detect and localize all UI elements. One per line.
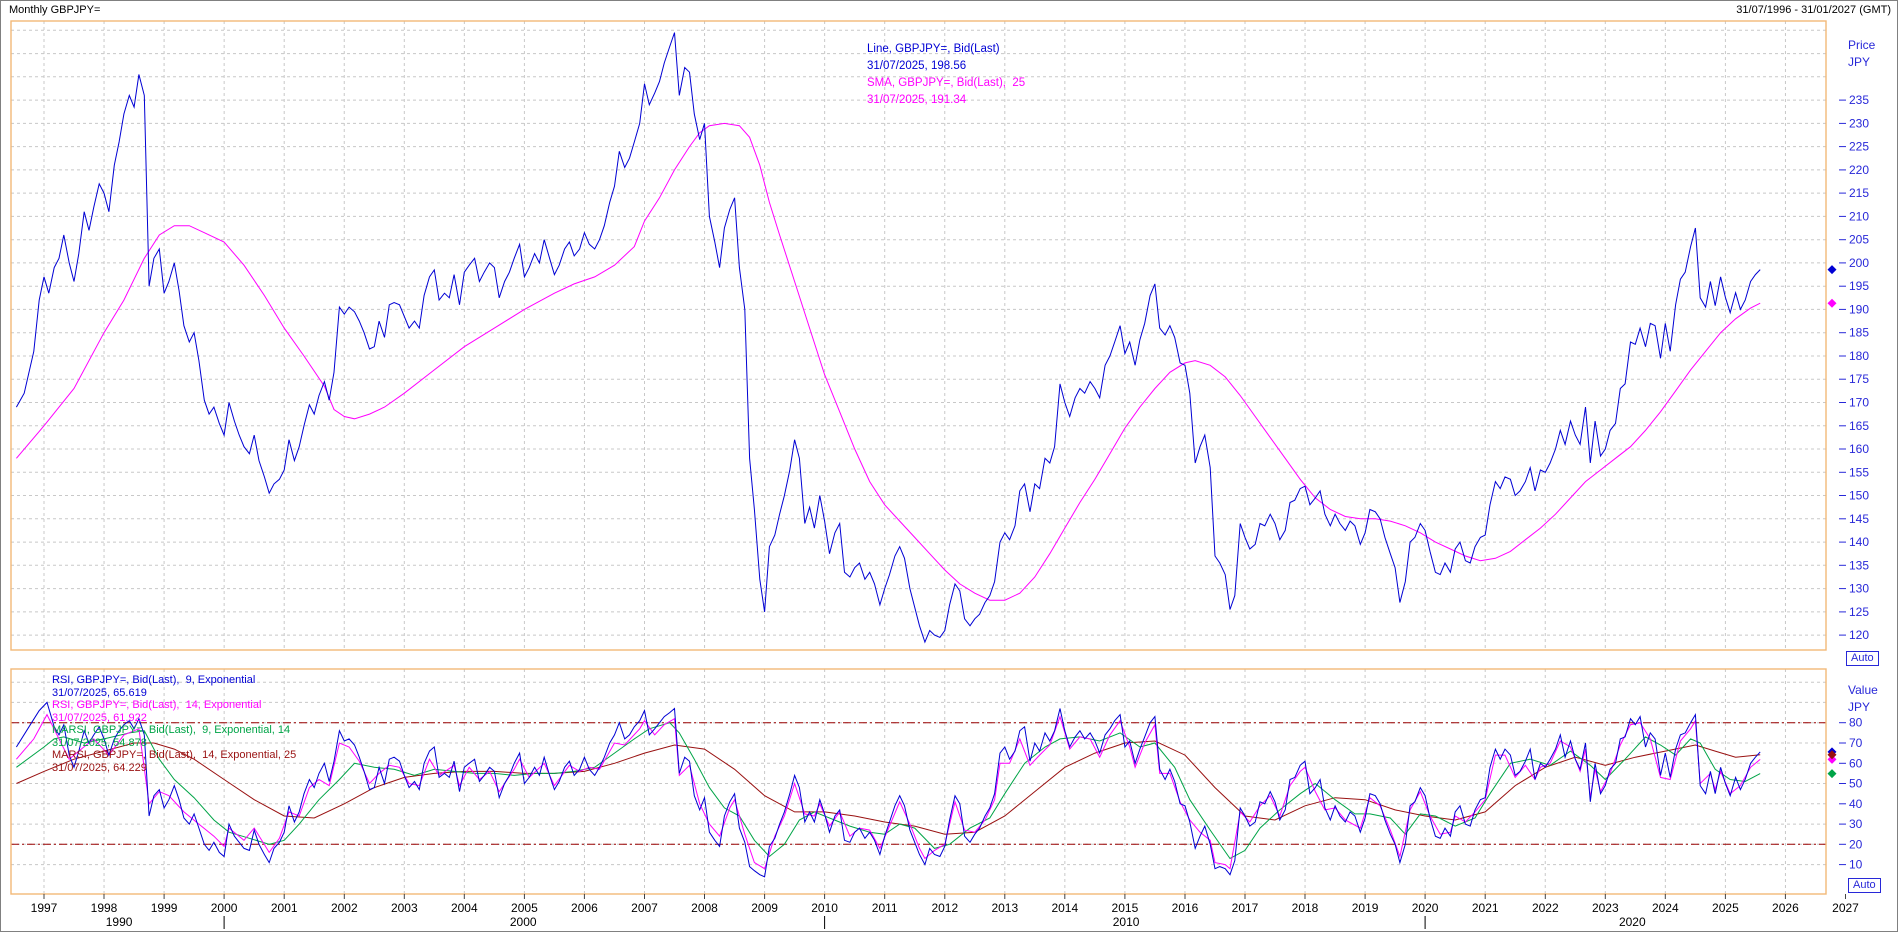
y-axis-label: 220 (1849, 163, 1869, 177)
price-auto-button[interactable]: Auto (1846, 651, 1879, 666)
y-axis-label: 145 (1849, 512, 1869, 526)
x-axis-label: 2001 (271, 901, 298, 915)
axis-title-line: Price (1848, 37, 1875, 54)
y-axis-label: 135 (1849, 558, 1869, 572)
x-axis-label: 2003 (391, 901, 418, 915)
last-value-marker-marsi-9-14 (1828, 769, 1837, 778)
x-axis-label: 2009 (751, 901, 778, 915)
y-axis-label: 185 (1849, 326, 1869, 340)
y-axis-label: 170 (1849, 396, 1869, 410)
y-axis-label: 10 (1849, 858, 1863, 872)
x-axis-label: 2017 (1232, 901, 1259, 915)
x-axis-label: 2008 (691, 901, 718, 915)
y-axis-label: 160 (1849, 442, 1869, 456)
x-axis-label: 2000 (211, 901, 238, 915)
y-axis-label: 200 (1849, 256, 1869, 270)
x-axis-label: 2012 (931, 901, 958, 915)
y-axis-label: 230 (1849, 116, 1869, 130)
y-axis-label: 50 (1849, 777, 1863, 791)
decade-label: 2020 (1619, 915, 1646, 929)
y-axis-label: 155 (1849, 465, 1869, 479)
y-axis-label: 175 (1849, 372, 1869, 386)
x-axis-label: 2002 (331, 901, 358, 915)
series-sma25[interactable] (16, 123, 1760, 600)
chart-canvas[interactable]: 235 230 225 220 215 210 205 200 195 190 185 180 175 1… (1, 1, 1898, 932)
y-axis-label: 215 (1849, 186, 1869, 200)
x-axis-label: 2014 (1051, 901, 1078, 915)
x-axis-label: 2020 (1412, 901, 1439, 915)
y-axis-label: 80 (1849, 716, 1863, 730)
axis-title-line: JPY (1848, 699, 1878, 716)
y-axis-label: 125 (1849, 605, 1869, 619)
value-axis-title: Value JPY (1848, 682, 1878, 716)
y-axis-label: 195 (1849, 279, 1869, 293)
x-axis-label: 2007 (631, 901, 658, 915)
x-axis-label: 2013 (991, 901, 1018, 915)
x-axis-label: 2005 (511, 901, 538, 915)
x-axis-label: 2023 (1592, 901, 1619, 915)
x-axis-label: 2010 (811, 901, 838, 915)
y-axis-label: 60 (1849, 756, 1863, 770)
x-axis-label: 1999 (151, 901, 178, 915)
last-value-marker-sma25 (1828, 299, 1837, 308)
x-axis-label: 2025 (1712, 901, 1739, 915)
y-axis-label: 20 (1849, 837, 1863, 851)
x-axis-label: 2021 (1472, 901, 1499, 915)
y-axis-label: 120 (1849, 628, 1869, 642)
chart-window: Monthly GBPJPY= 31/07/1996 - 31/01/2027 … (0, 0, 1898, 932)
y-axis-label: 190 (1849, 302, 1869, 316)
x-axis-label: 1997 (31, 901, 58, 915)
last-value-marker-line-gbpjpy (1828, 265, 1837, 274)
x-axis-label: 2024 (1652, 901, 1679, 915)
decade-label: 1990 (106, 915, 133, 929)
x-axis-label: 2027 (1832, 901, 1859, 915)
series-rsi9[interactable] (16, 702, 1760, 876)
y-axis-label: 30 (1849, 817, 1863, 831)
axis-title-line: Value (1848, 682, 1878, 699)
y-axis-label: 205 (1849, 233, 1869, 247)
y-axis-label: 210 (1849, 209, 1869, 223)
x-axis-label: 2018 (1292, 901, 1319, 915)
x-axis-label: 2016 (1172, 901, 1199, 915)
y-axis-label: 165 (1849, 419, 1869, 433)
x-axis-label: 2019 (1352, 901, 1379, 915)
x-axis-label: 2026 (1772, 901, 1799, 915)
y-axis-label: 150 (1849, 489, 1869, 503)
decade-label: 2000 (510, 915, 537, 929)
y-axis-label: 140 (1849, 535, 1869, 549)
axis-title-line: JPY (1848, 54, 1875, 71)
x-axis-label: 2004 (451, 901, 478, 915)
x-axis-label: 1998 (91, 901, 118, 915)
x-axis-label: 2011 (872, 901, 898, 915)
x-axis-label: 2022 (1532, 901, 1559, 915)
y-axis-label: 40 (1849, 797, 1863, 811)
x-axis-label: 2006 (571, 901, 598, 915)
series-rsi14[interactable] (16, 715, 1760, 869)
y-axis-label: 235 (1849, 93, 1869, 107)
y-axis-label: 70 (1849, 736, 1863, 750)
series-line-gbpjpy[interactable] (16, 33, 1760, 643)
y-axis-label: 225 (1849, 140, 1869, 154)
y-axis-label: 130 (1849, 582, 1869, 596)
y-axis-label: 180 (1849, 349, 1869, 363)
decade-label: 2010 (1113, 915, 1140, 929)
panel-frame-price (11, 21, 1826, 650)
value-auto-button[interactable]: Auto (1848, 878, 1881, 893)
price-axis-title: Price JPY (1848, 37, 1875, 71)
x-axis-label: 2015 (1112, 901, 1139, 915)
